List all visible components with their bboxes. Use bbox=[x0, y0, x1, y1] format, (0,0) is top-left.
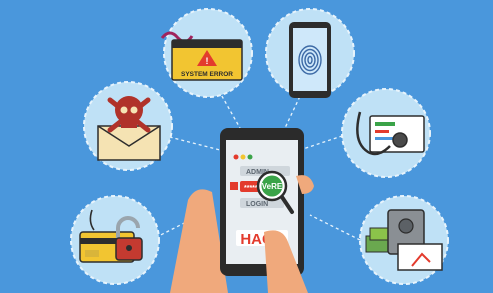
stethoscope-bubble bbox=[341, 88, 431, 178]
lock-mini-icon bbox=[230, 182, 238, 190]
system-error-text: SYSTEM ERROR bbox=[181, 71, 233, 78]
svg-text:!: ! bbox=[206, 56, 209, 66]
password-mask: ***** bbox=[244, 185, 258, 192]
skull-envelope-bubble bbox=[83, 81, 173, 171]
money-safe-bubble bbox=[359, 195, 449, 285]
virus-badge: VeRE bbox=[262, 182, 283, 191]
login-label: LOGIN bbox=[246, 201, 268, 208]
credit-card-bubble bbox=[70, 195, 160, 285]
envelope-icon bbox=[97, 125, 161, 161]
hacking-illustration: ! SYSTEM ERROR ADMIN ***** LOGIN VeRE HA… bbox=[0, 0, 493, 293]
